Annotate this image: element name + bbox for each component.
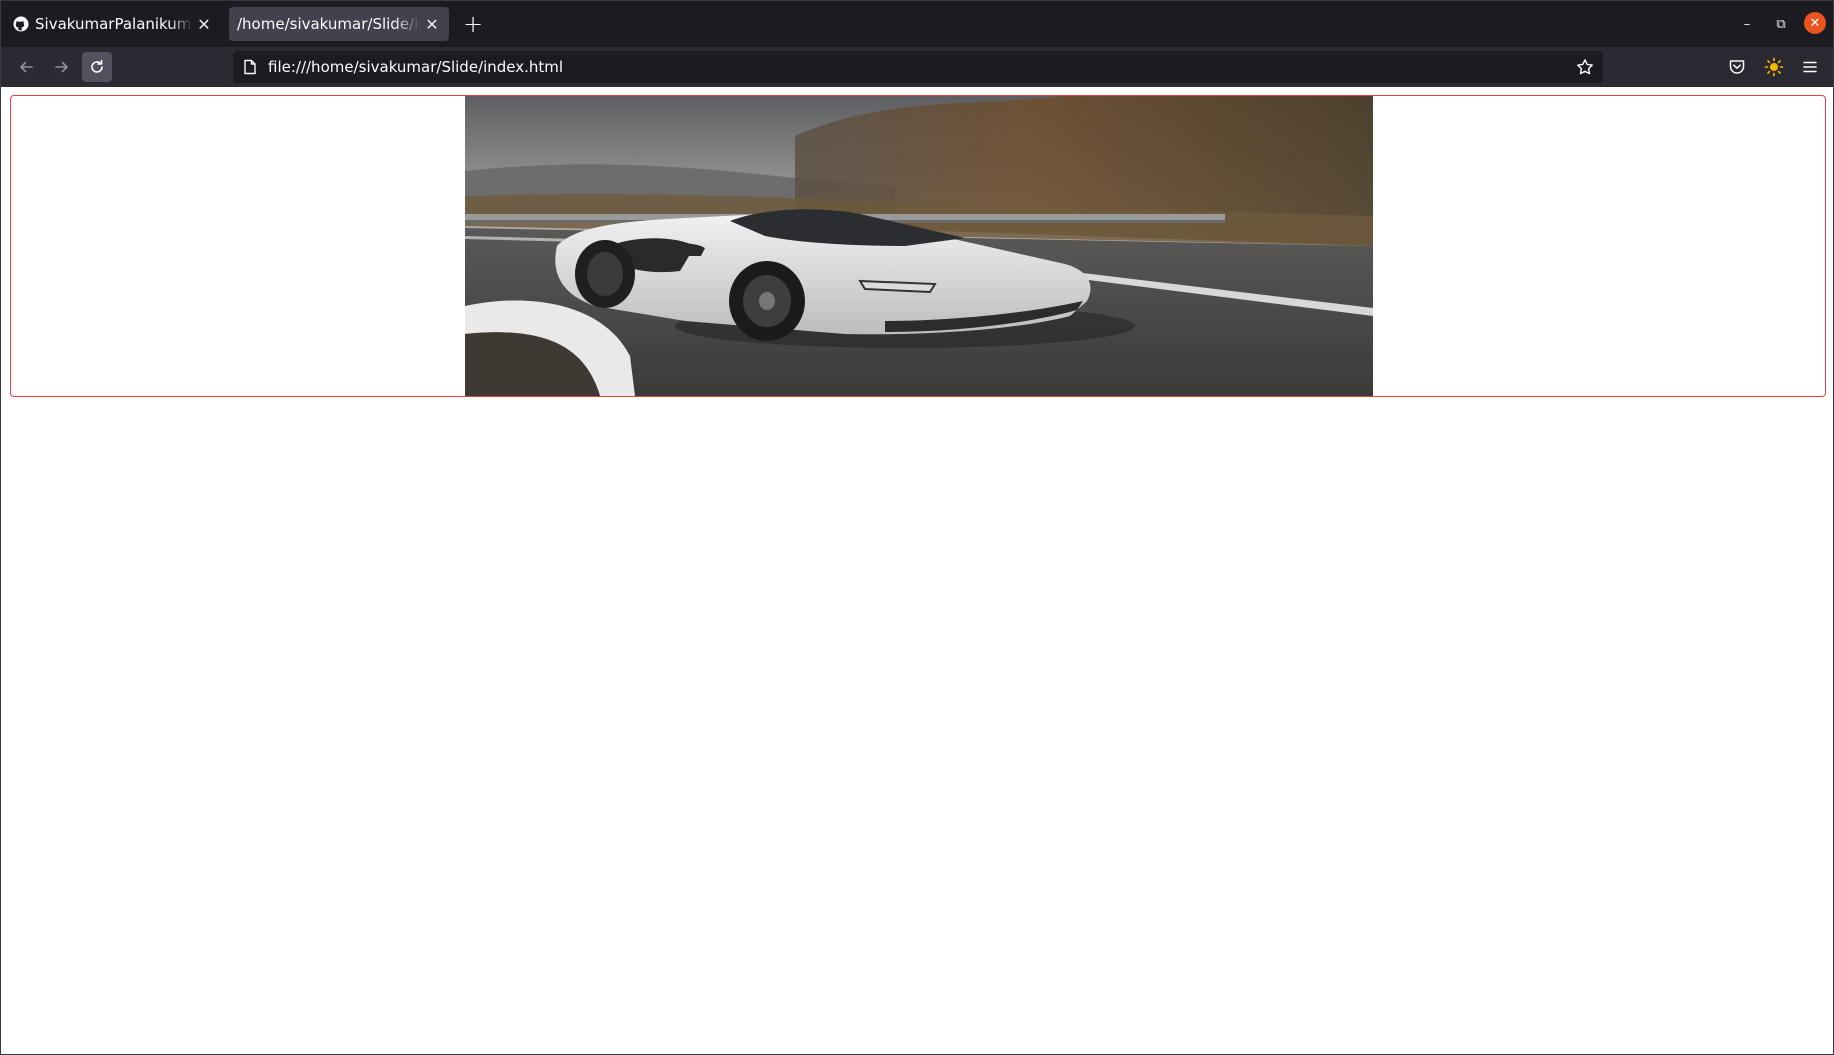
tab-slide-index[interactable]: /home/sivakumar/Slide/index.html ✕ <box>229 7 449 41</box>
maximize-button[interactable]: ⧉ <box>1769 12 1793 36</box>
tab-title: SivakumarPalanikumarC/ <box>35 15 193 33</box>
browser-window: SivakumarPalanikumarC/ ✕ /home/sivakumar… <box>0 0 1834 1055</box>
back-button[interactable] <box>11 52 41 82</box>
new-tab-button[interactable]: + <box>459 10 487 38</box>
tab-bar: SivakumarPalanikumarC/ ✕ /home/sivakumar… <box>1 1 1833 47</box>
nav-toolbar: file:///home/sivakumar/Slide/index.html <box>1 47 1833 87</box>
slide-container <box>10 95 1826 397</box>
page-content <box>1 87 1833 1054</box>
close-tab-icon[interactable]: ✕ <box>421 13 443 35</box>
tab-github[interactable]: SivakumarPalanikumarC/ ✕ <box>9 7 221 41</box>
arrow-left-icon <box>20 61 33 73</box>
close-window-button[interactable]: ✕ <box>1804 12 1826 34</box>
address-bar[interactable]: file:///home/sivakumar/Slide/index.html <box>233 51 1603 83</box>
reload-icon <box>91 59 103 73</box>
reload-button[interactable] <box>82 52 112 82</box>
hamburger-menu-icon[interactable] <box>1798 55 1822 79</box>
tab-title: /home/sivakumar/Slide/index.html <box>237 15 421 33</box>
github-icon <box>13 16 29 32</box>
pocket-icon[interactable] <box>1725 55 1749 79</box>
arrow-right-icon <box>55 61 68 73</box>
minimize-button[interactable]: – <box>1735 12 1759 36</box>
star-icon[interactable] <box>1573 55 1597 79</box>
car-photo[interactable] <box>465 96 1373 396</box>
close-tab-icon[interactable]: ✕ <box>193 13 215 35</box>
forward-button[interactable] <box>47 52 77 82</box>
sun-theme-icon[interactable] <box>1762 55 1786 79</box>
url-text[interactable]: file:///home/sivakumar/Slide/index.html <box>268 58 1573 76</box>
page-icon <box>242 59 258 75</box>
